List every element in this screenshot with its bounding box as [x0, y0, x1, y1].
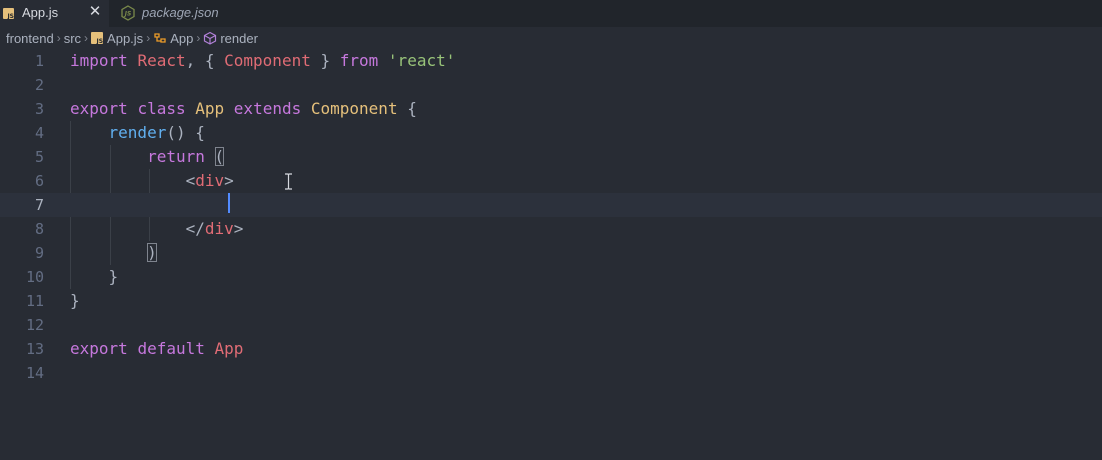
line-number: 4 [34, 124, 44, 142]
code-text: } [108, 267, 119, 286]
line-number: 9 [34, 244, 44, 262]
code-text: </div> [185, 219, 244, 238]
line-number: 12 [25, 316, 44, 334]
line-number: 1 [34, 52, 44, 70]
line-number: 10 [25, 268, 44, 286]
code-text: return ( [147, 147, 225, 166]
close-icon[interactable]: ✕ [88, 3, 102, 21]
code-text: ) [70, 241, 157, 265]
chevron-right-icon: › [56, 31, 61, 45]
breadcrumb-item-class[interactable]: App [170, 31, 193, 46]
code-line: 3 export class App extends Component { [0, 97, 1102, 121]
code-text: import React, { Component } from 'react' [70, 51, 456, 70]
breadcrumb-item-frontend[interactable]: frontend [6, 31, 54, 46]
method-symbol-icon [204, 31, 217, 45]
svg-text:JS: JS [124, 11, 132, 18]
chevron-right-icon: › [146, 31, 151, 45]
ibeam-cursor-icon [285, 173, 292, 190]
line-number: 3 [34, 100, 44, 118]
code-text: export default App [70, 339, 244, 358]
code-text: render() { [108, 123, 205, 142]
code-text: export class App extends Component { [70, 99, 417, 118]
chevron-right-icon: › [84, 31, 89, 45]
code-line: 4 render() { [0, 121, 1102, 145]
code-line: 1 import React, { Component } from 'reac… [0, 49, 1102, 73]
code-editor[interactable]: 1 import React, { Component } from 'reac… [0, 49, 1102, 460]
tab-package-json[interactable]: JS package.json [109, 0, 225, 27]
breadcrumb-item-method[interactable]: render [220, 31, 258, 46]
text-cursor [228, 193, 230, 213]
tab-bar: App.js ✕ JS package.json [0, 0, 1102, 27]
code-text: <div> [185, 171, 234, 190]
breadcrumb-item-file[interactable]: App.js [107, 31, 143, 46]
line-number: 5 [34, 148, 44, 166]
code-line: 14 [0, 361, 1102, 385]
line-number: 8 [34, 220, 44, 238]
line-number: 7 [34, 196, 44, 214]
code-line: 5 return ( [0, 145, 1102, 169]
code-line: 13 export default App [0, 337, 1102, 361]
code-text: } [70, 291, 80, 310]
line-number: 13 [25, 340, 44, 358]
matched-bracket: ( [214, 147, 225, 166]
code-line: 8 </div> [0, 217, 1102, 241]
line-number: 11 [25, 292, 44, 310]
chevron-right-icon: › [196, 31, 201, 45]
code-line: 12 [0, 313, 1102, 337]
code-line: 10 } [0, 265, 1102, 289]
code-line: 2 [0, 73, 1102, 97]
line-number: 2 [34, 76, 44, 94]
code-line: 6 <div> [0, 169, 1102, 193]
line-number: 6 [34, 172, 44, 190]
line-number: 14 [25, 364, 44, 382]
code-line: 9 ) [0, 241, 1102, 265]
code-line-current: 7 [0, 193, 1102, 217]
nodejs-icon: JS [121, 5, 135, 21]
matched-bracket: ) [147, 243, 157, 262]
code-line: 11 } [0, 289, 1102, 313]
breadcrumb: frontend › src › App.js › App › render [6, 29, 258, 47]
tab-label: package.json [142, 5, 219, 20]
breadcrumb-item-src[interactable]: src [64, 31, 81, 46]
tab-app-js[interactable]: App.js ✕ [0, 0, 109, 27]
class-symbol-icon [154, 33, 166, 43]
js-file-icon [91, 32, 104, 45]
js-file-icon [3, 8, 14, 20]
tab-label: App.js [22, 5, 59, 20]
